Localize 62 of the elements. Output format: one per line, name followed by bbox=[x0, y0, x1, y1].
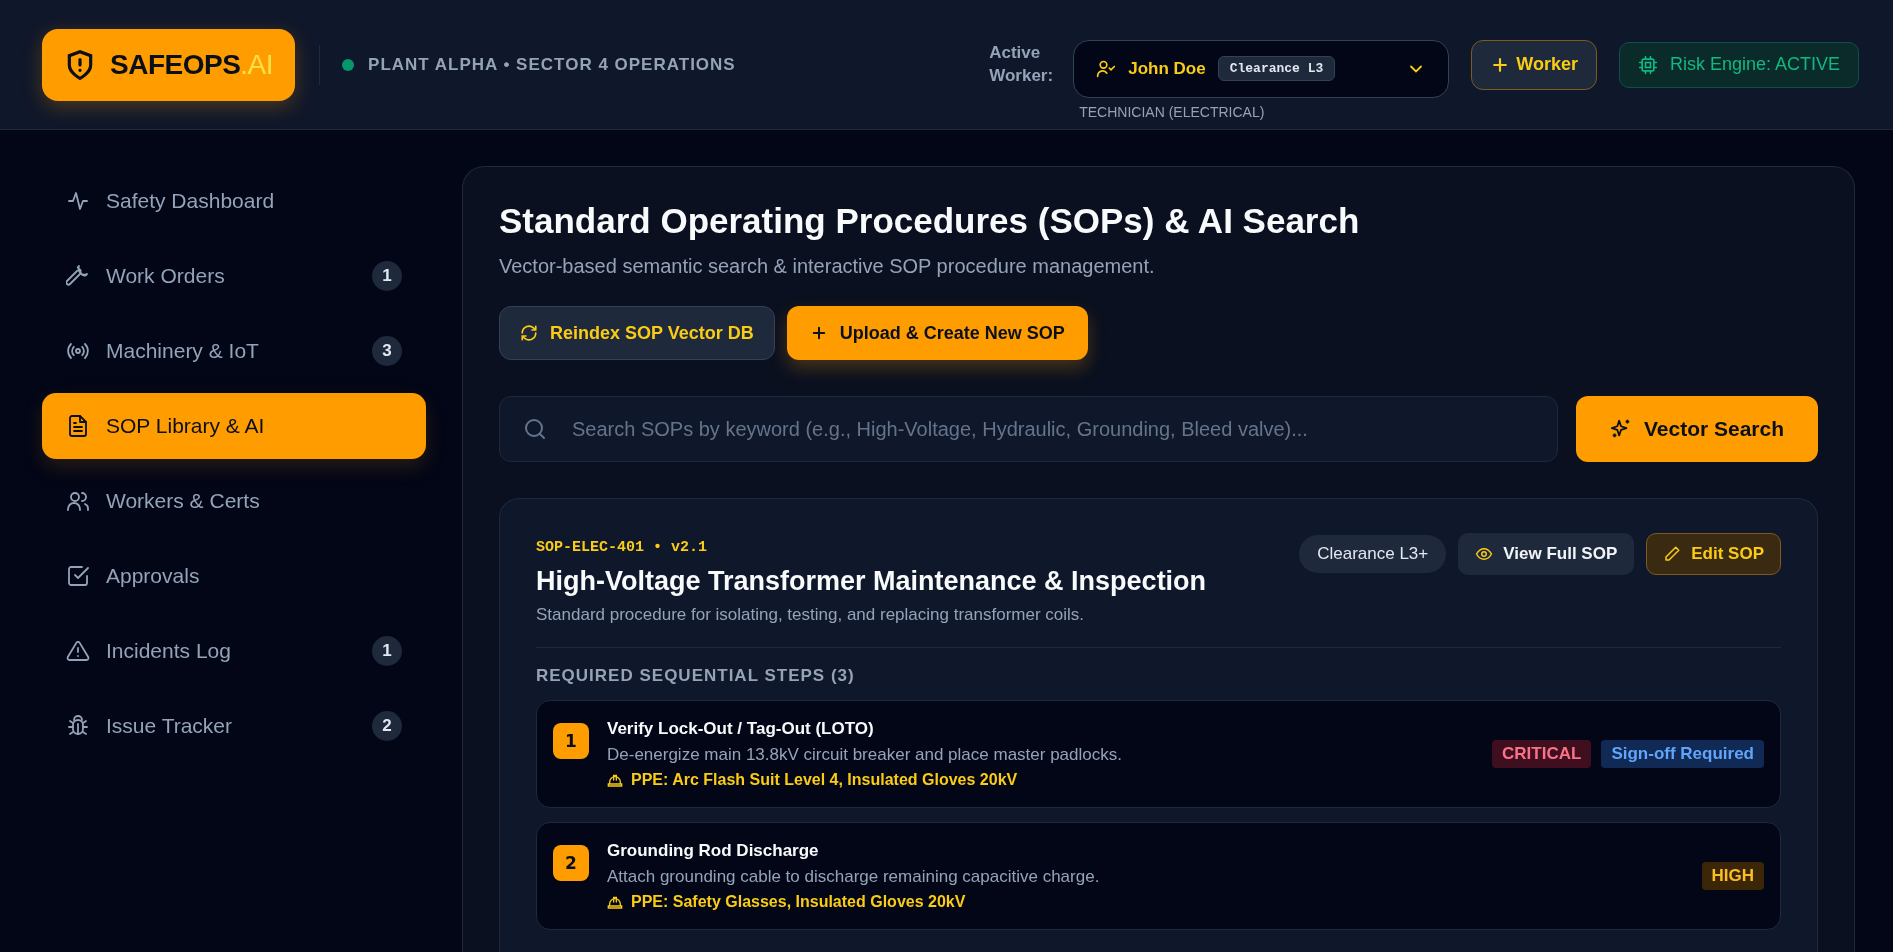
vector-search-button[interactable]: Vector Search bbox=[1576, 396, 1818, 462]
sidebar-item[interactable]: Issue Tracker 2 bbox=[42, 693, 426, 759]
sop-code: SOP-ELEC-401 • v2.1 bbox=[536, 539, 708, 556]
sidebar-item[interactable]: Incidents Log 1 bbox=[42, 618, 426, 684]
pencil-icon bbox=[1663, 545, 1682, 563]
sidebar-item[interactable]: SOP Library & AI bbox=[42, 393, 426, 459]
hard-hat-icon bbox=[607, 772, 623, 788]
page-subtitle: Vector-based semantic search & interactive SOP procedure management. bbox=[499, 255, 1156, 278]
sidebar-item[interactable]: Work Orders 1 bbox=[42, 243, 426, 309]
page-title: Standard Operating Procedures (SOPs) & AI Search bbox=[499, 201, 1361, 241]
checkbox-icon bbox=[66, 564, 90, 588]
hard-hat-icon bbox=[607, 894, 623, 910]
refresh-icon bbox=[520, 324, 538, 342]
step-tag: CRITICAL bbox=[1492, 740, 1592, 768]
clearance-badge: Clearance L3+ bbox=[1299, 535, 1447, 573]
count-badge: 2 bbox=[372, 711, 402, 741]
step-description: De-energize main 13.8kV circuit breaker and place master padlocks. bbox=[607, 745, 1122, 765]
chip-icon bbox=[1637, 54, 1658, 75]
add-worker-button[interactable]: Worker bbox=[1471, 39, 1597, 90]
sop-title: High-Voltage Transformer Maintenance & Inspection bbox=[536, 566, 1207, 597]
sop-description: Standard procedure for isolating, testing, and replacing transformer coils. bbox=[536, 605, 1085, 625]
reindex-button[interactable]: Reindex SOP Vector DB bbox=[499, 306, 775, 360]
step-number: 1 bbox=[553, 723, 589, 759]
step-tag: Sign-off Required bbox=[1601, 740, 1764, 768]
users-icon bbox=[66, 489, 90, 513]
sidebar-item[interactable]: Machinery & IoT 3 bbox=[42, 318, 426, 384]
user-check-icon bbox=[1096, 58, 1117, 79]
step-description: Attach grounding cable to discharge remaining capacitive charge. bbox=[607, 867, 1100, 887]
ppe-requirement: PPE: Safety Glasses, Insulated Gloves 20kV bbox=[631, 893, 966, 911]
risk-engine-status: Risk Engine: ACTIVE bbox=[1618, 41, 1859, 88]
steps-heading: REQUIRED SEQUENTIAL STEPS (3) bbox=[536, 666, 856, 686]
bug-icon bbox=[66, 714, 90, 738]
sparkles-icon bbox=[1609, 418, 1632, 440]
sidebar-item[interactable]: Approvals bbox=[42, 543, 426, 609]
step-title: Verify Lock-Out / Tag-Out (LOTO) bbox=[607, 719, 874, 739]
worker-dropdown[interactable]: John Doe Clearance L3 bbox=[1073, 39, 1450, 98]
search-icon bbox=[523, 417, 547, 441]
count-badge: 1 bbox=[372, 261, 402, 291]
step-number: 2 bbox=[553, 845, 589, 881]
step-title: Grounding Rod Discharge bbox=[607, 841, 819, 861]
active-worker-label: Active Worker: bbox=[989, 42, 1055, 87]
sidebar-item[interactable]: Safety Dashboard bbox=[42, 168, 426, 234]
worker-name: John Doe bbox=[1128, 58, 1206, 79]
edit-sop-button[interactable]: Edit SOP bbox=[1646, 533, 1781, 575]
count-badge: 1 bbox=[372, 636, 402, 666]
document-icon bbox=[66, 414, 90, 438]
ppe-requirement: PPE: Arc Flash Suit Level 4, Insulated Gloves 20kV bbox=[631, 771, 1018, 789]
search-field[interactable]: Search SOPs by keyword (e.g., High-Voltage, Hydraulic, Grounding, Bleed valve)... bbox=[499, 396, 1558, 462]
worker-role: TECHNICIAN (ELECTRICAL) bbox=[1078, 103, 1266, 120]
clearance-badge: Clearance L3 bbox=[1217, 56, 1336, 81]
upload-button[interactable]: Upload & Create New SOP bbox=[786, 306, 1088, 360]
brand-name: SAFEOPS.AI bbox=[110, 48, 274, 81]
location-label: PLANT ALPHA • SECTOR 4 OPERATIONS bbox=[368, 54, 736, 75]
sidebar-item[interactable]: Workers & Certs bbox=[42, 468, 426, 534]
activity-icon bbox=[66, 189, 90, 213]
logo-badge[interactable]: SAFEOPS.AI bbox=[42, 28, 296, 101]
warning-icon bbox=[66, 639, 90, 663]
eye-icon bbox=[1475, 545, 1494, 563]
status-dot bbox=[342, 58, 355, 71]
step-tag: HIGH bbox=[1701, 862, 1764, 890]
view-sop-button[interactable]: View Full SOP bbox=[1458, 533, 1635, 575]
count-badge: 3 bbox=[372, 336, 402, 366]
